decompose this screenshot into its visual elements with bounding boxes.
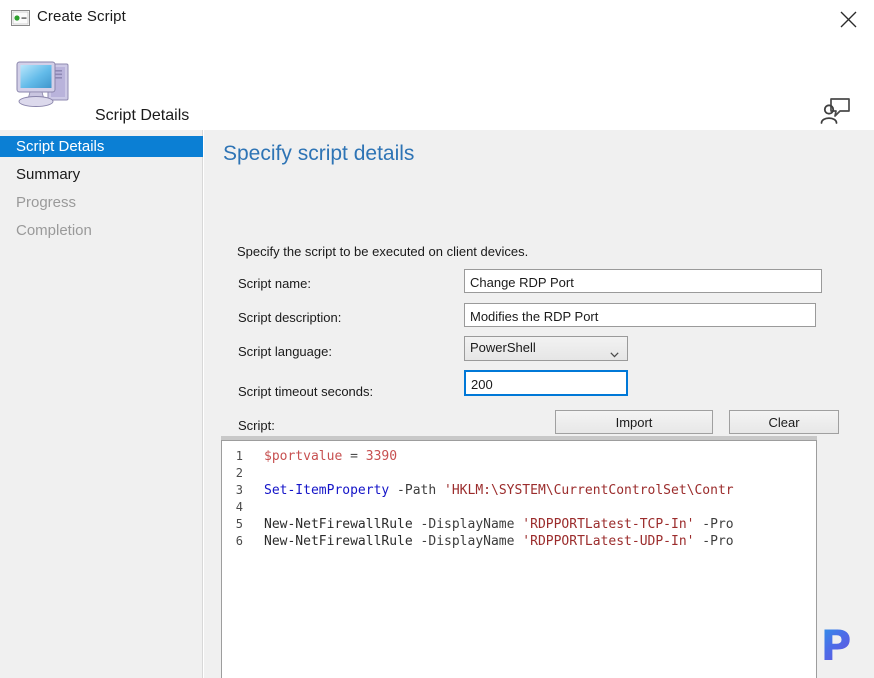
code-token: -Pro: [694, 534, 734, 549]
code-token: New-NetFirewallRule: [264, 517, 413, 532]
code-content[interactable]: $portvalue = 3390 Set-ItemProperty -Path…: [264, 448, 816, 550]
header-title: Script Details: [95, 107, 190, 124]
chevron-down-icon: [610, 346, 619, 358]
script-timeout-input[interactable]: [464, 370, 628, 396]
intro-text: Specify the script to be executed on cli…: [237, 244, 529, 259]
page-title: Specify script details: [223, 142, 415, 165]
code-token: $portvalue: [264, 449, 343, 464]
script-name-label: Script name:: [238, 276, 311, 291]
wizard-header: Script Details: [0, 38, 874, 130]
code-token: 3390: [365, 449, 398, 464]
code-token: Set-ItemProperty: [264, 483, 390, 498]
script-description-input[interactable]: [464, 303, 816, 327]
site-watermark-logo: P: [810, 620, 862, 672]
script-console-icon: [11, 10, 30, 26]
script-code-editor[interactable]: 1 2 3 4 5 6 $portvalue = 3390 Set-ItemPr…: [221, 440, 817, 678]
code-line-number-gutter: 1 2 3 4 5 6: [222, 441, 248, 678]
presenter-help-icon[interactable]: [818, 94, 852, 126]
line-number: 2: [235, 466, 243, 480]
script-timeout-label: Script timeout seconds:: [238, 384, 374, 399]
code-token: 'HKLM:\SYSTEM\CurrentControlSet\Contr: [444, 483, 734, 498]
sidebar-item-script-details[interactable]: Script Details: [0, 136, 203, 157]
sidebar-item-summary[interactable]: Summary: [0, 164, 203, 185]
clear-button[interactable]: Clear: [729, 410, 839, 434]
line-number: 1: [235, 449, 243, 463]
wizard-sidebar: Script Details Summary Progress Completi…: [0, 130, 203, 678]
script-language-label: Script language:: [238, 344, 332, 359]
window-title: Create Script: [37, 8, 126, 25]
import-button[interactable]: Import: [555, 410, 713, 434]
code-token: -Pro: [694, 517, 734, 532]
create-script-wizard-window: Create Script Script Details Script Deta…: [0, 0, 874, 678]
code-token: 'RDPPORTLatest-UDP-In': [522, 534, 695, 549]
code-line: New-NetFirewallRule -DisplayName 'RDPPOR…: [264, 533, 816, 550]
script-description-label: Script description:: [238, 310, 342, 325]
code-line: New-NetFirewallRule -DisplayName 'RDPPOR…: [264, 516, 816, 533]
sidebar-item-progress[interactable]: Progress: [0, 192, 203, 213]
code-token: New-NetFirewallRule: [264, 534, 413, 549]
code-token: -DisplayName: [412, 534, 523, 549]
code-token: -DisplayName: [412, 517, 523, 532]
code-token: =: [342, 449, 366, 464]
close-icon[interactable]: [822, 0, 874, 38]
window-title-bar: Create Script: [0, 0, 874, 38]
script-language-value: PowerShell: [470, 340, 536, 355]
script-language-dropdown[interactable]: PowerShell: [464, 336, 628, 361]
watermark-letter: P: [810, 620, 862, 672]
computer-workstation-icon: [13, 54, 75, 112]
line-number: 3: [235, 483, 243, 497]
line-number: 6: [235, 534, 243, 548]
script-label: Script:: [238, 418, 275, 433]
code-token: 'RDPPORTLatest-TCP-In': [522, 517, 695, 532]
code-token: -Path: [389, 483, 445, 498]
sidebar-item-completion[interactable]: Completion: [0, 220, 203, 241]
code-line: Set-ItemProperty -Path 'HKLM:\SYSTEM\Cur…: [264, 482, 816, 499]
line-number: 5: [235, 517, 243, 531]
script-name-input[interactable]: [464, 269, 822, 293]
line-number: 4: [235, 500, 243, 514]
code-line: $portvalue = 3390: [264, 448, 816, 465]
